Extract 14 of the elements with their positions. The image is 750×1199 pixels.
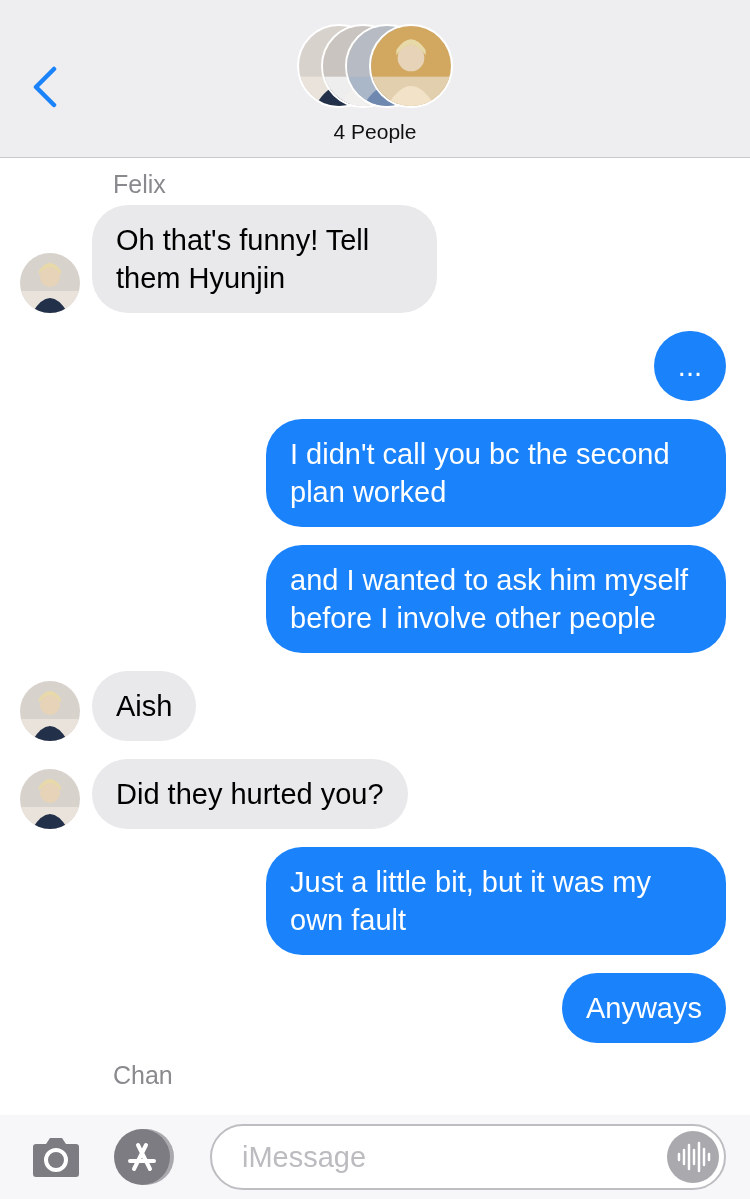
message-bubble: ... <box>653 331 726 401</box>
message-bubble: and I wanted to ask him myself before I involve other people <box>266 545 726 653</box>
sender-name: Felix <box>113 170 167 199</box>
sender-name: Chan <box>113 1061 174 1090</box>
message-bubble: Did they hurted you? <box>92 759 408 829</box>
conversation-title[interactable]: 4 People <box>333 119 417 144</box>
message-bubble: Oh that's funny! Tell them Hyunjin <box>92 205 437 313</box>
message-field[interactable]: iMessage <box>210 1124 726 1190</box>
message-bubble: Aish <box>92 671 197 741</box>
message-bubble: Anyways <box>561 973 726 1043</box>
message-bubble: Just a little bit, but it was my own fault <box>266 847 726 955</box>
message-bubble: I didn't call you bc the second plan worked <box>266 419 726 527</box>
camera-icon[interactable] <box>32 1136 80 1178</box>
audio-icon[interactable] <box>667 1131 719 1183</box>
